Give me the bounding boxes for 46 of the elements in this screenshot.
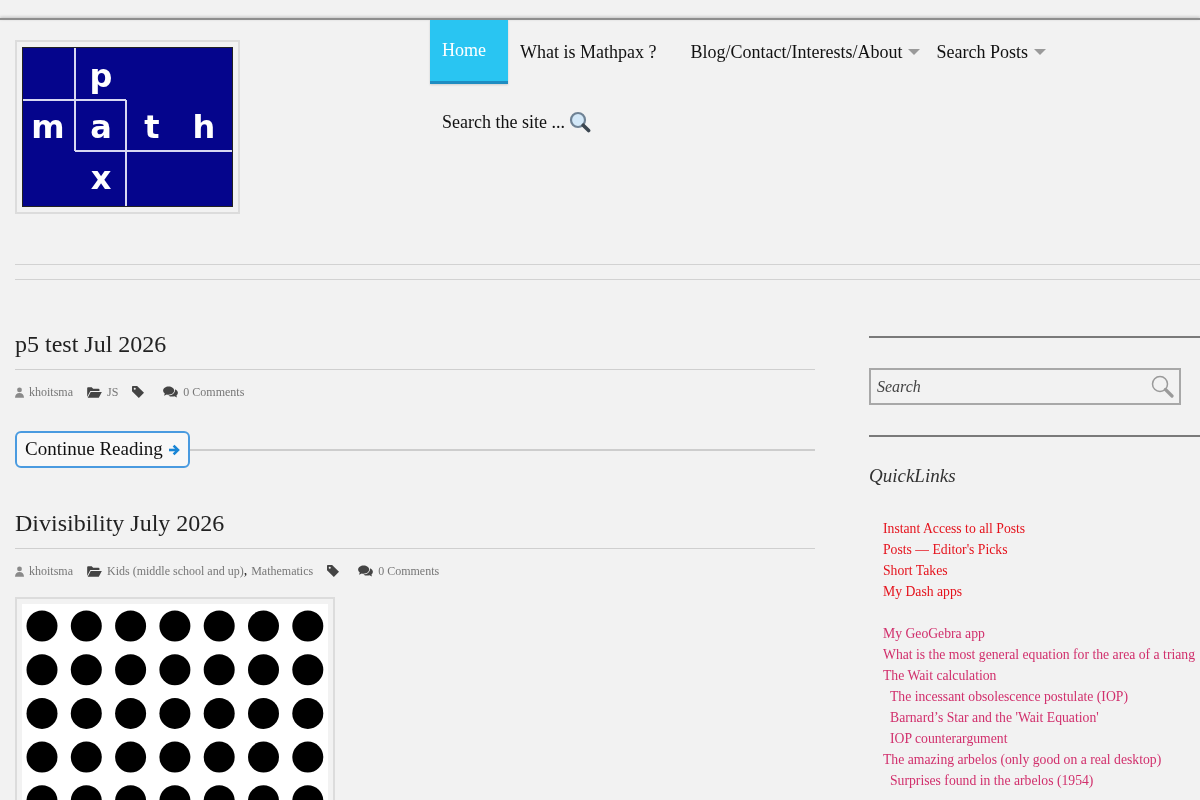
category-link[interactable]: Mathematics <box>251 562 314 580</box>
quick-link[interactable]: Short Takes <box>883 560 948 581</box>
comments-icon <box>163 386 179 398</box>
folder-icon <box>87 386 102 398</box>
author-link[interactable]: khoitsma <box>29 562 73 580</box>
search-icon[interactable] <box>1151 375 1174 398</box>
logo-letter: a <box>90 108 112 146</box>
post-title[interactable]: p5 test Jul 2026 <box>15 330 815 370</box>
post-title[interactable]: Divisibility July 2026 <box>15 509 815 549</box>
quick-link[interactable]: Instant Access to all Posts <box>883 518 1026 539</box>
logo-letter: m <box>31 108 65 146</box>
search-icon <box>568 111 591 133</box>
logo-letter: x <box>90 159 112 197</box>
category-link[interactable]: Kids (middle school and up) <box>107 562 244 580</box>
logo-letter: t <box>144 108 160 146</box>
quick-link[interactable]: What is the most general equation for the area of a triang <box>883 644 1196 665</box>
site-logo[interactable]: p m a t h x <box>15 40 240 214</box>
widget-title: QuickLinks <box>869 464 957 488</box>
author-link[interactable]: khoitsma <box>29 383 73 401</box>
separator-text: , <box>243 562 248 580</box>
comments-icon <box>358 565 374 577</box>
menu-item[interactable]: Blog/Contact/Interests/About <box>678 20 925 84</box>
menu-item[interactable]: Search Posts <box>924 20 1050 84</box>
category-link[interactable]: JS <box>107 383 119 401</box>
quick-link[interactable]: Surprises found in the arbelos (1954) <box>890 770 1094 791</box>
menu-item[interactable]: What is Mathpax ? <box>508 20 679 84</box>
tag-icon <box>132 386 145 398</box>
user-icon <box>15 565 24 577</box>
quick-link[interactable]: My Dash apps <box>883 581 963 602</box>
quick-link[interactable]: My GeoGebra app <box>883 623 985 644</box>
menu-item[interactable]: Search the site ... <box>430 84 613 156</box>
folder-icon <box>87 565 102 577</box>
quick-link[interactable]: The amazing arbelos (only good on a real desktop) <box>883 749 1162 770</box>
logo-letter: h <box>192 108 216 146</box>
quick-link[interactable]: The incessant obsolescence postulate (IOP) <box>890 686 1128 707</box>
logo-letter: p <box>89 57 113 95</box>
user-icon <box>15 386 24 398</box>
comments-link[interactable]: 0 Comments <box>183 383 245 401</box>
search-field[interactable]: Search <box>869 368 1181 405</box>
tag-icon <box>327 565 340 577</box>
comments-link[interactable]: 0 Comments <box>378 562 440 580</box>
quick-link[interactable]: Posts — Editor's Picks <box>883 539 1008 560</box>
continue-reading-button[interactable]: Continue Reading <box>15 431 190 468</box>
quick-link[interactable]: Barnard’s Star and the 'Wait Equation' <box>890 707 1099 728</box>
quick-link[interactable]: The Wait calculation <box>883 665 997 686</box>
quick-link[interactable]: IOP counterargument <box>890 728 1008 749</box>
